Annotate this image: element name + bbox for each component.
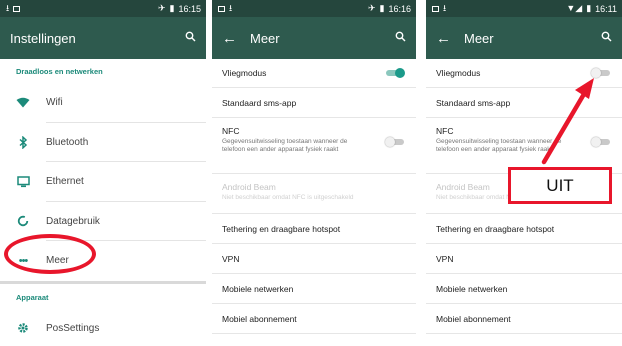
annotation-label-uit: UIT (508, 167, 612, 204)
